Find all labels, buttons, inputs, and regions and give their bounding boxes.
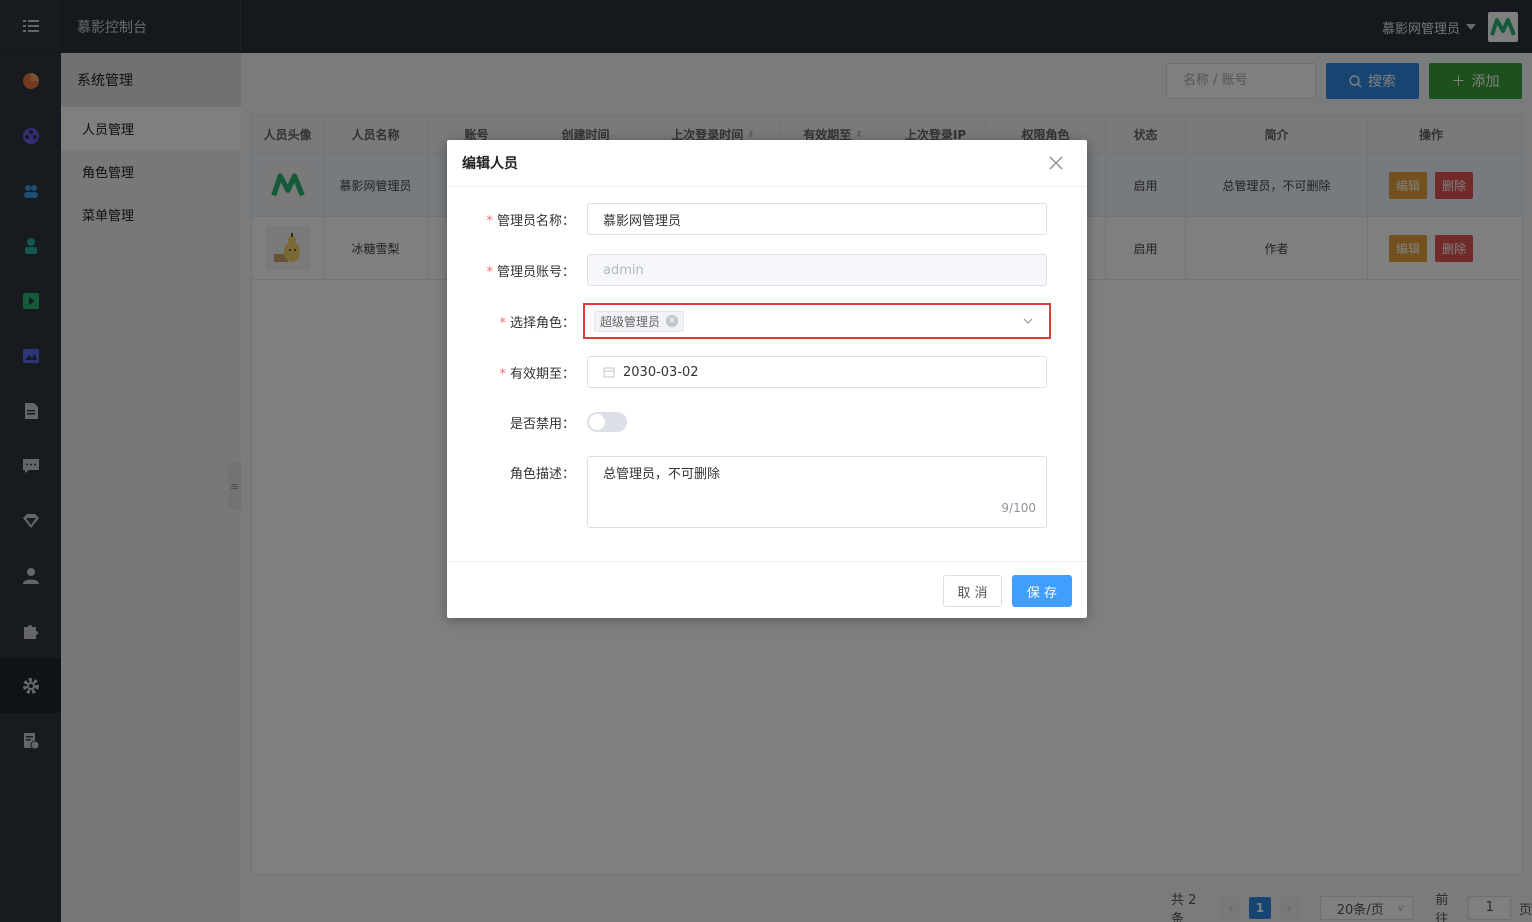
form-row-expire: * 有效期至： 2030-03-02 (447, 356, 1087, 388)
name-input[interactable]: 慕影网管理员 (587, 203, 1047, 235)
account-input: admin (587, 254, 1047, 286)
form-row-name: * 管理员名称： 慕影网管理员 (447, 203, 1087, 235)
role-label: * 选择角色： (499, 315, 575, 331)
account-label: * 管理员账号： (486, 264, 575, 280)
dialog-footer: 取 消 保 存 (447, 561, 1087, 618)
cancel-button[interactable]: 取 消 (943, 575, 1002, 607)
close-icon[interactable] (1047, 154, 1065, 172)
role-chip-label: 超级管理员 (600, 314, 661, 329)
save-button[interactable]: 保 存 (1012, 575, 1072, 607)
expire-value: 2030-03-02 (623, 364, 699, 380)
char-counter: 9/100 (1001, 501, 1036, 515)
desc-label: 角色描述： (509, 467, 575, 482)
calendar-icon (603, 367, 615, 378)
form-row-role: * 选择角色： 超级管理员 × (447, 303, 1087, 339)
disabled-label: 是否禁用： (509, 416, 575, 432)
role-select[interactable]: 超级管理员 × (587, 307, 1047, 335)
dialog-header: 编辑人员 (447, 140, 1087, 187)
dialog-title: 编辑人员 (462, 156, 518, 172)
remove-chip-icon[interactable]: × (666, 315, 679, 327)
disabled-toggle[interactable] (587, 412, 627, 432)
form-row-disabled: 是否禁用： (447, 412, 1087, 432)
desc-value: 总管理员，不可删除 (603, 467, 721, 482)
form-row-desc: 角色描述： 总管理员，不可删除 9/100 (447, 456, 1087, 528)
form-row-account: * 管理员账号： admin (447, 254, 1087, 286)
expire-label: * 有效期至： (499, 366, 575, 382)
expire-date-picker[interactable]: 2030-03-02 (587, 356, 1047, 388)
name-label: * 管理员名称： (486, 213, 575, 229)
role-select-highlight: 超级管理员 × (583, 303, 1051, 339)
role-chip: 超级管理员 × (594, 310, 685, 332)
desc-textarea[interactable]: 总管理员，不可删除 9/100 (587, 456, 1047, 528)
chevron-down-icon (1023, 318, 1033, 324)
edit-staff-dialog: 编辑人员 * 管理员名称： 慕影网管理员 * 管理员账号： admin * 选择角色：… (447, 140, 1087, 618)
